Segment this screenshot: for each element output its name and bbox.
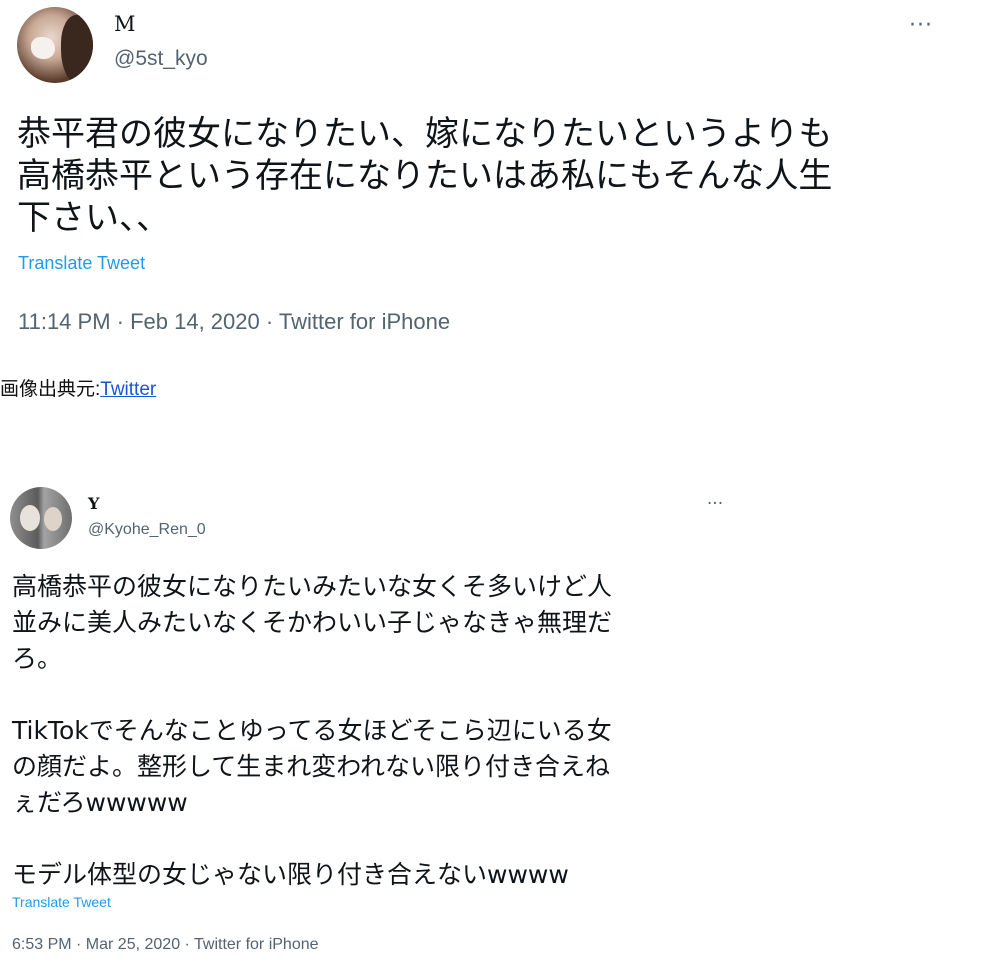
- more-options-icon[interactable]: ···: [700, 493, 730, 515]
- avatar[interactable]: [10, 487, 72, 549]
- caption-prefix: 画像出典元:: [0, 379, 101, 400]
- image-source-caption: 画像出典元:Twitter: [0, 374, 156, 401]
- caption-source-link[interactable]: Twitter: [100, 379, 156, 400]
- tweet-card-1: M @5st_kyo ··· 恭平君の彼女になりたい、嫁になりたいというよりも …: [0, 0, 960, 350]
- more-options-icon[interactable]: ···: [904, 12, 938, 40]
- tweet-text: 恭平君の彼女になりたい、嫁になりたいというよりも 高橋恭平という存在になりたいは…: [17, 114, 833, 238]
- tweet-timestamp[interactable]: 6:53 PM · Mar 25, 2020 · Twitter for iPh…: [12, 936, 319, 954]
- translate-tweet-link[interactable]: Translate Tweet: [18, 253, 145, 274]
- avatar-face-shape: [20, 505, 40, 531]
- translate-tweet-link[interactable]: Translate Tweet: [12, 894, 111, 910]
- user-handle[interactable]: @Kyohe_Ren_0: [88, 521, 206, 539]
- avatar-face-shape: [44, 507, 62, 531]
- avatar[interactable]: [17, 7, 93, 83]
- display-name[interactable]: Y: [88, 494, 99, 513]
- avatar-hair-shape: [61, 15, 93, 83]
- tweet-timestamp[interactable]: 11:14 PM · Feb 14, 2020 · Twitter for iP…: [18, 309, 450, 335]
- tweet-text: 高橋恭平の彼女になりたいみたいな女くそ多いけど人 並みに美人みたいなくそかわいい…: [12, 572, 613, 889]
- avatar-hand-shape: [31, 37, 55, 59]
- user-handle[interactable]: @5st_kyo: [114, 47, 208, 71]
- display-name[interactable]: M: [114, 12, 136, 36]
- tweet-card-2: Y @Kyohe_Ren_0 ··· 高橋恭平の彼女になりたいみたいな女くそ多い…: [0, 480, 740, 960]
